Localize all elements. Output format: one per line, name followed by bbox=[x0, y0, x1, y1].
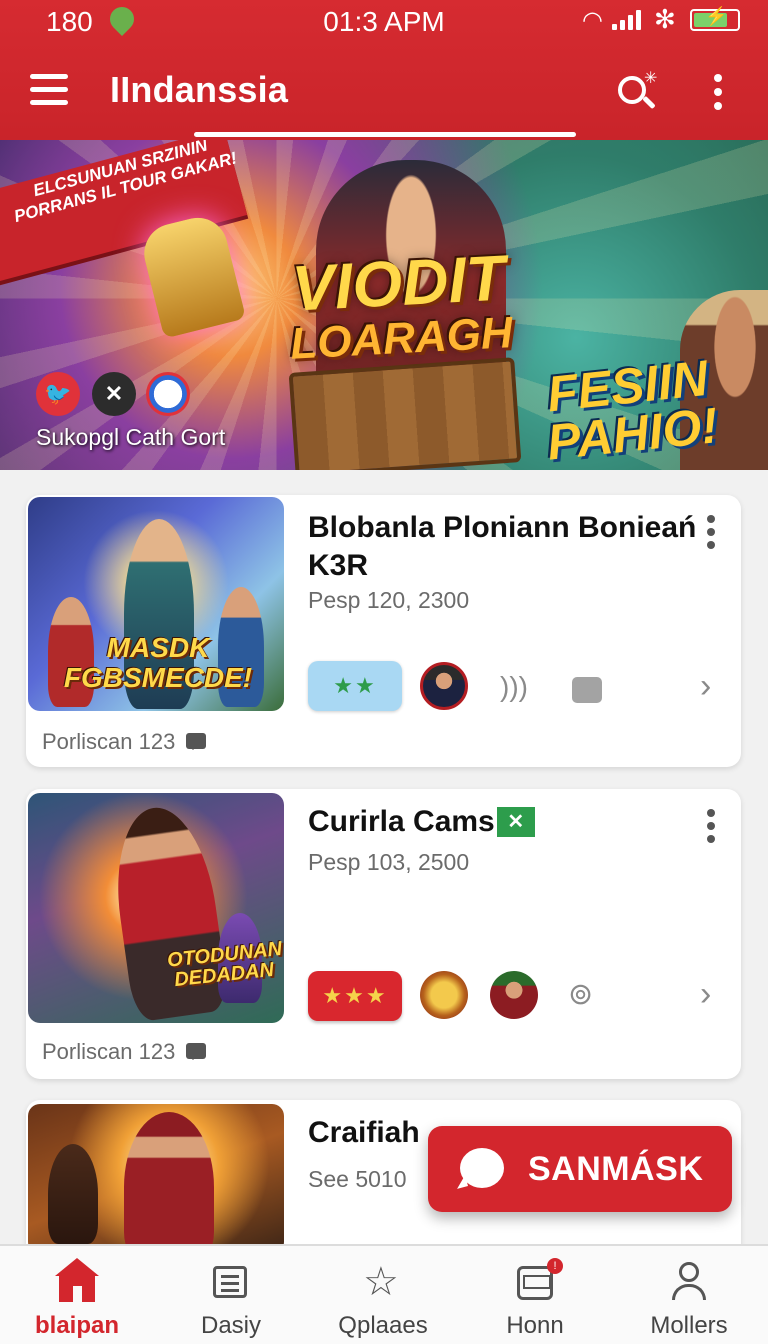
twitter-icon[interactable]: 🐦 bbox=[36, 372, 80, 416]
chat-bubble-icon bbox=[460, 1148, 504, 1188]
nav-label: Qplaaes bbox=[338, 1312, 428, 1339]
header: 180 01:3 APM ◠ ✻ ⚡ IIndanssia ✳ bbox=[0, 0, 768, 140]
hero-title: VIODIT LOARAGH bbox=[289, 241, 514, 369]
battery-icon: ⚡ bbox=[690, 6, 740, 31]
rating-badge[interactable]: ★★ bbox=[308, 661, 402, 711]
game-subtitle: Pesp 103, 2500 bbox=[308, 849, 470, 875]
chevron-right-icon[interactable]: › bbox=[700, 667, 711, 706]
app-root: 180 01:3 APM ◠ ✻ ⚡ IIndanssia ✳ ELCSUNUA… bbox=[0, 0, 768, 1344]
game-title: Blobanla Ploniann Bonieań K3R bbox=[308, 511, 697, 582]
nav-item-honn[interactable]: ! Honn bbox=[458, 1246, 612, 1344]
crate-artwork bbox=[288, 357, 522, 470]
nav-label: Dasiy bbox=[200, 1312, 261, 1339]
home-icon bbox=[55, 1258, 99, 1304]
title-flag-icon: ✕ bbox=[496, 807, 535, 837]
game-title: Craifiah bbox=[308, 1116, 420, 1149]
wifi-icon: ◠ bbox=[582, 7, 603, 34]
nav-label: Mollers bbox=[650, 1312, 728, 1339]
chevron-right-icon[interactable]: › bbox=[700, 975, 711, 1014]
nav-item-places[interactable]: ☆ Qplaaes bbox=[306, 1246, 460, 1344]
more-options-icon[interactable] bbox=[701, 809, 721, 843]
game-subtitle: See 5010 bbox=[308, 1166, 407, 1192]
signal-icon bbox=[612, 10, 644, 30]
chat-icon[interactable] bbox=[572, 677, 602, 703]
comment-icon bbox=[186, 1043, 206, 1060]
app-bar: IIndanssia ✳ bbox=[0, 44, 768, 136]
nav-item-daily[interactable]: Dasiy bbox=[154, 1246, 308, 1344]
game-thumbnail[interactable]: OTODUNAN DEDADAN bbox=[28, 793, 284, 1023]
more-options-icon[interactable] bbox=[706, 72, 730, 112]
hero-caption: Sukopgl Cath Gort bbox=[36, 424, 226, 450]
star-icon: ☆ bbox=[363, 1260, 399, 1304]
nav-label: Honn bbox=[506, 1312, 564, 1339]
settings-status-icon: ✻ bbox=[654, 4, 676, 34]
status-bar: 180 01:3 APM ◠ ✻ ⚡ bbox=[0, 0, 768, 44]
person-icon bbox=[669, 1260, 709, 1304]
app-title: IIndanssia bbox=[110, 69, 289, 110]
notification-badge: ! bbox=[547, 1258, 563, 1274]
game-card[interactable]: MASDK FGBSMECDE! Blobanla Ploniann Bonie… bbox=[26, 495, 741, 767]
menu-icon[interactable] bbox=[30, 74, 70, 108]
avatar[interactable] bbox=[420, 662, 468, 710]
game-thumbnail[interactable]: MASDK FGBSMECDE! bbox=[28, 497, 284, 711]
rating-badge[interactable]: ★★★ bbox=[308, 971, 402, 1021]
flag-icon[interactable] bbox=[146, 372, 190, 416]
document-icon bbox=[211, 1260, 251, 1304]
nav-item-home[interactable]: blaipan bbox=[0, 1246, 154, 1344]
nav-item-profile[interactable]: Mollers bbox=[612, 1246, 766, 1344]
search-icon[interactable]: ✳ bbox=[614, 70, 658, 114]
nav-label: blaipan bbox=[34, 1312, 119, 1339]
game-meta: Porliscan 123 bbox=[42, 1039, 176, 1064]
more-options-icon[interactable] bbox=[701, 515, 721, 549]
game-title: Curirla Cams ✕ bbox=[308, 803, 535, 841]
game-subtitle: Pesp 120, 2300 bbox=[308, 587, 470, 613]
fab-label: SANMÁSK bbox=[528, 1150, 704, 1188]
hero-title-right: FESIIN PAHIO! bbox=[544, 349, 721, 470]
share-icon[interactable]: ✕ bbox=[92, 372, 136, 416]
comment-icon bbox=[186, 733, 206, 750]
chat-fab-button[interactable]: SANMÁSK bbox=[428, 1126, 732, 1212]
game-meta: Porliscan 123 bbox=[42, 729, 176, 754]
game-card[interactable]: OTODUNAN DEDADAN Curirla Cams ✕ Pesp 103,… bbox=[26, 789, 741, 1079]
bus-icon: ! bbox=[515, 1258, 563, 1304]
hero-banner[interactable]: ELCSUNUAN SRZININ PORRANS IL TOUR GAKAR!… bbox=[0, 140, 768, 470]
trash-icon[interactable]: ⊚ bbox=[568, 977, 593, 1012]
avatar[interactable] bbox=[490, 971, 538, 1019]
bottom-navigation: blaipan Dasiy ☆ Qplaaes ! Honn Mollers bbox=[0, 1244, 768, 1344]
avatar[interactable] bbox=[420, 971, 468, 1019]
status-clock: 01:3 APM bbox=[323, 6, 445, 37]
game-thumbnail[interactable] bbox=[28, 1104, 284, 1254]
signal-wave-icon[interactable]: ))) bbox=[500, 671, 528, 703]
tab-indicator bbox=[194, 132, 576, 137]
